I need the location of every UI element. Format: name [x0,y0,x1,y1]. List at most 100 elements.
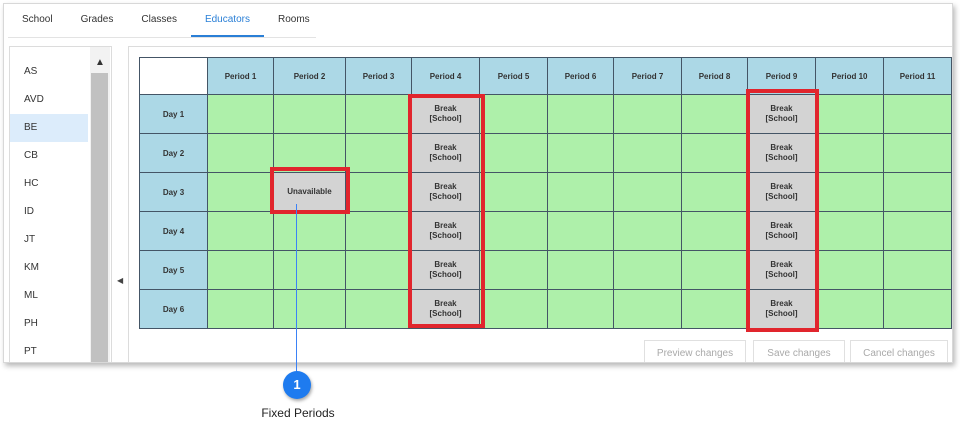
scroll-up-icon[interactable]: ▲ [90,55,110,71]
timetable-slot[interactable] [346,134,412,173]
timetable-slot[interactable] [614,173,682,212]
timetable-slot[interactable] [346,251,412,290]
cancel-changes-button[interactable]: Cancel changes [850,340,948,362]
timetable-slot[interactable] [682,212,748,251]
timetable-slot[interactable] [274,251,346,290]
timetable-slot[interactable] [548,173,614,212]
timetable-slot[interactable] [548,290,614,329]
timetable-slot[interactable] [614,290,682,329]
timetable-slot[interactable] [548,95,614,134]
timetable-slot[interactable] [816,95,884,134]
timetable-slot[interactable] [208,134,274,173]
timetable-slot[interactable] [816,251,884,290]
day-header: Day 3 [140,173,208,212]
fixed-period-cell[interactable]: Break [School] [748,134,816,173]
timetable-slot[interactable] [480,290,548,329]
educator-item-ml[interactable]: ML [10,282,88,310]
timetable-slot[interactable] [884,173,952,212]
tab-classes[interactable]: Classes [127,4,191,37]
timetable-slot[interactable] [548,134,614,173]
timetable-slot[interactable] [208,173,274,212]
fixed-period-cell[interactable]: Break [School] [412,251,480,290]
educator-item-ph[interactable]: PH [10,310,88,338]
timetable-slot[interactable] [614,95,682,134]
timetable-slot[interactable] [682,95,748,134]
timetable-slot[interactable] [480,173,548,212]
scrollbar-thumb[interactable] [91,73,108,362]
timetable-slot[interactable] [274,212,346,251]
timetable-slot[interactable] [682,134,748,173]
timetable-slot[interactable] [346,173,412,212]
timetable-slot[interactable] [480,95,548,134]
timetable-slot[interactable] [208,251,274,290]
educator-item-be[interactable]: BE [10,114,88,142]
educator-item-pt[interactable]: PT [10,338,88,362]
fixed-period-cell[interactable]: Break [School] [748,290,816,329]
tab-grades[interactable]: Grades [67,4,128,37]
fixed-period-cell[interactable]: Break [School] [412,134,480,173]
timetable-slot[interactable] [346,95,412,134]
tab-rooms[interactable]: Rooms [264,4,324,37]
timetable-slot[interactable] [884,134,952,173]
collapse-panel-icon[interactable]: ◀ [117,276,123,285]
timetable-slot[interactable] [682,290,748,329]
timetable-slot[interactable] [614,251,682,290]
timetable-slot[interactable] [614,212,682,251]
period-header: Period 1 [208,58,274,95]
timetable-slot[interactable] [346,212,412,251]
timetable-slot[interactable] [480,251,548,290]
timetable-slot[interactable] [816,290,884,329]
fixed-period-cell[interactable]: Break [School] [412,212,480,251]
save-changes-button[interactable]: Save changes [753,340,845,362]
period-header: Period 4 [412,58,480,95]
educator-item-cb[interactable]: CB [10,142,88,170]
timetable-slot[interactable] [274,95,346,134]
timetable-slot[interactable] [480,212,548,251]
timetable-slot[interactable] [816,134,884,173]
timetable-slot[interactable] [274,290,346,329]
fixed-period-cell[interactable]: Break [School] [412,95,480,134]
educator-item-jt[interactable]: JT [10,226,88,254]
period-header: Period 9 [748,58,816,95]
timetable-grid: Period 1 Period 2 Period 3 Period 4 Period 5… [139,57,952,329]
timetable-slot[interactable] [884,212,952,251]
preview-changes-button[interactable]: Preview changes [644,340,746,362]
timetable-slot[interactable] [548,251,614,290]
timetable-slot[interactable] [208,95,274,134]
educator-item-id[interactable]: ID [10,198,88,226]
timetable-slot[interactable] [884,95,952,134]
educator-list: AS AVD BE CB HC ID JT KM ML PH PT [10,58,88,362]
fixed-period-cell[interactable]: Break [School] [748,173,816,212]
timetable-slot[interactable] [816,212,884,251]
callout-pointer-line [296,204,297,376]
tab-school[interactable]: School [8,4,67,37]
timetable-slot[interactable] [274,134,346,173]
timetable-slot[interactable] [548,212,614,251]
timetable-slot[interactable] [884,290,952,329]
educator-item-as[interactable]: AS [10,58,88,86]
timetable-slot[interactable] [884,251,952,290]
fixed-period-cell[interactable]: Break [School] [748,95,816,134]
educator-item-avd[interactable]: AVD [10,86,88,114]
fixed-period-cell[interactable]: Break [School] [748,212,816,251]
educator-item-km[interactable]: KM [10,254,88,282]
period-header: Period 7 [614,58,682,95]
timetable-slot[interactable] [682,251,748,290]
timetable-slot[interactable] [208,212,274,251]
timetable-slot[interactable] [614,134,682,173]
fixed-period-cell[interactable]: Break [School] [748,251,816,290]
timetable-slot[interactable] [682,173,748,212]
timetable-slot[interactable] [208,290,274,329]
tab-educators[interactable]: Educators [190,4,264,37]
timetable-slot[interactable] [480,134,548,173]
fixed-period-cell[interactable]: Unavailable [274,173,346,212]
day-header: Day 5 [140,251,208,290]
day-header: Day 6 [140,290,208,329]
timetable-slot[interactable] [346,290,412,329]
fixed-period-cell[interactable]: Break [School] [412,173,480,212]
list-scrollbar[interactable]: ▲ [90,47,110,362]
educator-item-hc[interactable]: HC [10,170,88,198]
timetable-slot[interactable] [816,173,884,212]
fixed-period-cell[interactable]: Break [School] [412,290,480,329]
day-header: Day 4 [140,212,208,251]
